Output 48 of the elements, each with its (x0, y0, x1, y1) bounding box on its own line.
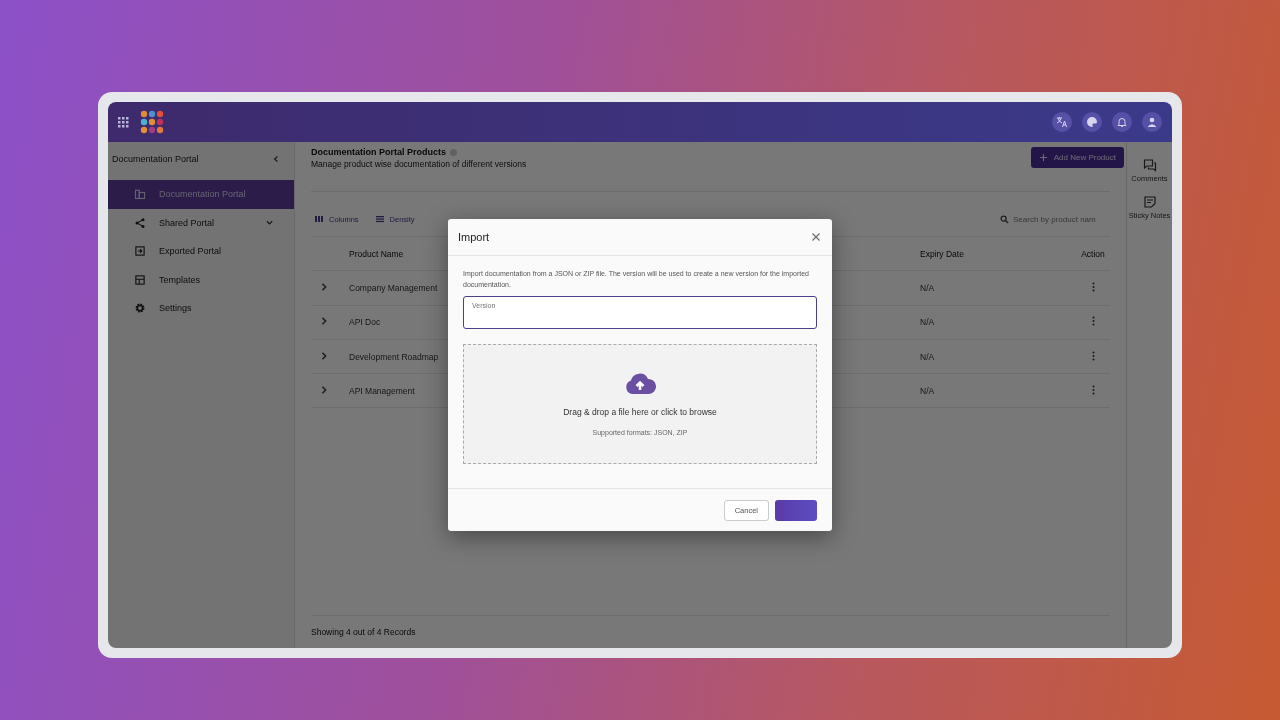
columns-icon (314, 214, 324, 224)
cloud-upload-icon (624, 372, 656, 395)
collapse-chevron-icon[interactable] (272, 154, 280, 163)
docs-icon (134, 188, 146, 201)
sidebar-title: Documentation Portal (112, 153, 199, 164)
sidebar-item[interactable]: Exported Portal (108, 237, 294, 266)
column-header: Product Name (349, 248, 404, 259)
share-icon (134, 216, 146, 229)
column-header: Expiry Date (920, 248, 964, 259)
column-header: Action (1081, 248, 1105, 259)
chevron-right-icon (320, 317, 328, 326)
palette-icon[interactable] (1082, 112, 1102, 132)
logo-icon (139, 109, 165, 135)
translate-icon[interactable] (1052, 112, 1072, 132)
plus-icon (1038, 153, 1048, 162)
table-cell: Development Roadmap (349, 351, 439, 362)
settings-icon (134, 302, 146, 315)
templates-icon (134, 273, 146, 286)
notification-bell-icon[interactable] (1112, 112, 1132, 132)
dropzone-text: Drag & drop a file here or click to browse (563, 406, 717, 417)
user-avatar-icon[interactable] (1142, 112, 1162, 132)
table-cell: N/A (920, 317, 935, 328)
sidebar-item[interactable]: Templates (108, 265, 294, 294)
page-title: Documentation Portal Products (311, 147, 446, 157)
notes-icon (1142, 195, 1157, 210)
table-cell: API Doc (349, 317, 381, 328)
add-product-button[interactable]: Add New Product (1030, 147, 1124, 168)
chevron-right-icon (320, 351, 328, 360)
sidebar-item[interactable]: Settings (108, 294, 294, 323)
submit-button[interactable] (775, 499, 817, 521)
export-icon (134, 245, 146, 258)
table-cell: N/A (920, 351, 935, 362)
apps-grid-icon[interactable] (118, 116, 129, 128)
table-cell: API Management (349, 385, 415, 396)
table-cell: Company Management (349, 282, 438, 293)
comments-icon (1142, 158, 1157, 172)
table-cell: N/A (920, 282, 935, 293)
table-cell: N/A (920, 385, 935, 396)
dialog-title: Import (458, 231, 490, 243)
chevron-icon (265, 218, 274, 228)
chevron-right-icon (320, 282, 328, 291)
density-icon (374, 214, 385, 224)
sidebar-item[interactable]: Documentation Portal (108, 180, 294, 209)
search-icon (1000, 214, 1009, 224)
close-icon[interactable] (810, 231, 822, 243)
page-subtitle: Manage product wise documentation of different versions (311, 159, 527, 169)
record-count: Showing 4 out of 4 Records (311, 627, 416, 637)
chevron-right-icon (320, 385, 328, 394)
